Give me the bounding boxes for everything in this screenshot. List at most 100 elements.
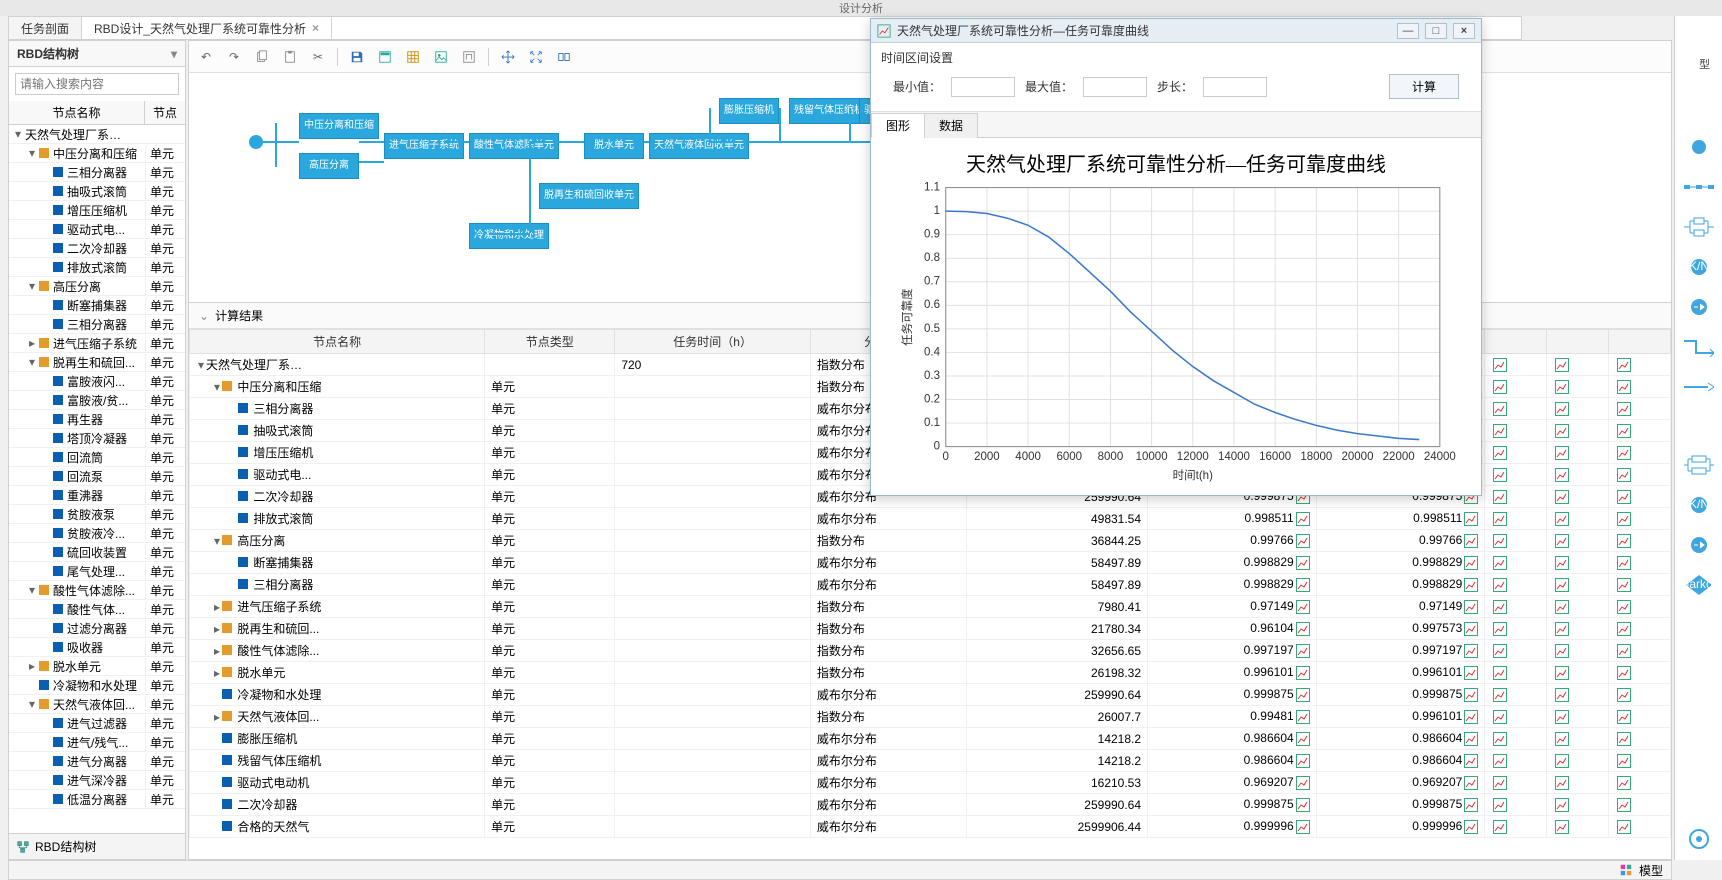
step-input[interactable] bbox=[1203, 77, 1267, 97]
tree-row[interactable]: 断塞捕集器单元 bbox=[9, 296, 185, 315]
chart-icon[interactable] bbox=[1493, 402, 1507, 416]
chart-icon[interactable] bbox=[1555, 820, 1569, 834]
chart-icon[interactable] bbox=[1493, 622, 1507, 636]
chart-icon[interactable] bbox=[1555, 512, 1569, 526]
chart-icon[interactable] bbox=[1493, 534, 1507, 548]
tree-row[interactable]: 回流筒单元 bbox=[9, 448, 185, 467]
tree-row[interactable]: 富胺液/贫...单元 bbox=[9, 391, 185, 410]
expander-icon[interactable]: ▾ bbox=[27, 583, 37, 597]
chart-icon[interactable] bbox=[1296, 688, 1310, 702]
chart-icon[interactable] bbox=[1493, 578, 1507, 592]
table-row[interactable]: ▸ 天然气液体回...单元指数分布26007.70.994810.996101 bbox=[190, 706, 1671, 728]
chart-icon[interactable] bbox=[1464, 556, 1478, 570]
chart-icon[interactable] bbox=[1464, 578, 1478, 592]
search-input[interactable] bbox=[15, 73, 179, 95]
chart-icon[interactable] bbox=[1555, 798, 1569, 812]
expander-icon[interactable]: ▾ bbox=[27, 697, 37, 711]
palette-kn-icon[interactable]: K/N bbox=[1683, 256, 1715, 278]
expander-icon[interactable]: ▾ bbox=[196, 358, 206, 372]
tree-row[interactable]: ▸脱水单元单元 bbox=[9, 657, 185, 676]
chart-icon[interactable] bbox=[1617, 600, 1631, 614]
move-icon[interactable] bbox=[497, 46, 519, 68]
tree-row[interactable]: 抽吸式滚筒单元 bbox=[9, 182, 185, 201]
expander-icon[interactable]: ▾ bbox=[212, 380, 222, 394]
palette-series-icon[interactable] bbox=[1683, 176, 1715, 198]
chart-icon[interactable] bbox=[1617, 710, 1631, 724]
tab-chart[interactable]: 图形 bbox=[871, 113, 925, 138]
chart-icon[interactable] bbox=[1493, 754, 1507, 768]
chart-icon[interactable] bbox=[1617, 732, 1631, 746]
chart-icon[interactable] bbox=[1617, 556, 1631, 570]
palette-path-icon[interactable] bbox=[1683, 336, 1715, 358]
chart-icon[interactable] bbox=[1493, 512, 1507, 526]
chart-icon[interactable] bbox=[1617, 534, 1631, 548]
chart-icon[interactable] bbox=[1555, 600, 1569, 614]
chart-icon[interactable] bbox=[1296, 666, 1310, 680]
expander-icon[interactable]: ▾ bbox=[212, 534, 222, 548]
tree-row[interactable]: 进气分离器单元 bbox=[9, 752, 185, 771]
chart-icon[interactable] bbox=[1464, 754, 1478, 768]
chart-icon[interactable] bbox=[1464, 622, 1478, 636]
expander-icon[interactable]: ▾ bbox=[27, 279, 37, 293]
palette-markov-icon[interactable]: Markov bbox=[1683, 574, 1715, 596]
rbd-block[interactable]: 膨胀压缩机 bbox=[719, 98, 779, 124]
table-row[interactable]: 合格的天然气单元威布尔分布2599906.440.9999960.999996 bbox=[190, 816, 1671, 838]
chart-icon[interactable] bbox=[1617, 578, 1631, 592]
chart-icon[interactable] bbox=[1464, 534, 1478, 548]
table-row[interactable]: 二次冷却器单元威布尔分布259990.640.9998750.999875 bbox=[190, 794, 1671, 816]
tree-row[interactable]: 冷凝物和水处理单元 bbox=[9, 676, 185, 695]
palette-switch-icon[interactable] bbox=[1683, 296, 1715, 318]
chart-icon[interactable] bbox=[1493, 600, 1507, 614]
chart-icon[interactable] bbox=[1493, 424, 1507, 438]
tree-row[interactable]: ▾高压分离单元 bbox=[9, 277, 185, 296]
palette-kn2-icon[interactable]: K/N bbox=[1683, 494, 1715, 516]
calc-icon[interactable] bbox=[374, 46, 396, 68]
tree-row[interactable]: 富胺液闪...单元 bbox=[9, 372, 185, 391]
chart-icon[interactable] bbox=[1555, 622, 1569, 636]
chart-icon[interactable] bbox=[1617, 490, 1631, 504]
chart-icon[interactable] bbox=[1493, 798, 1507, 812]
chart-icon[interactable] bbox=[1464, 688, 1478, 702]
chart-icon[interactable] bbox=[1464, 666, 1478, 680]
paste-icon[interactable] bbox=[279, 46, 301, 68]
rbd-block[interactable]: 残留气体压缩机 bbox=[789, 98, 869, 124]
tree-row[interactable]: 塔顶冷凝器单元 bbox=[9, 429, 185, 448]
expander-icon[interactable]: ▸ bbox=[212, 644, 222, 658]
chart-icon[interactable] bbox=[1493, 644, 1507, 658]
chart-icon[interactable] bbox=[1617, 622, 1631, 636]
rbd-start-node[interactable] bbox=[249, 135, 263, 149]
table-row[interactable]: ▸ 酸性气体滤除...单元指数分布32656.650.9971970.99719… bbox=[190, 640, 1671, 662]
chevron-down-icon[interactable]: ▾ bbox=[171, 47, 177, 61]
tree-row[interactable]: 进气/残气...单元 bbox=[9, 733, 185, 752]
chart-icon[interactable] bbox=[1617, 358, 1631, 372]
tree-row[interactable]: ▾中压分离和压缩单元 bbox=[9, 144, 185, 163]
tree-row[interactable]: ▾脱再生和硫回...单元 bbox=[9, 353, 185, 372]
chart-icon[interactable] bbox=[1296, 556, 1310, 570]
tree-row[interactable]: 回流泵单元 bbox=[9, 467, 185, 486]
min-input[interactable] bbox=[951, 77, 1015, 97]
table-row[interactable]: 三相分离器单元威布尔分布58497.890.9988290.998829 bbox=[190, 574, 1671, 596]
chart-icon[interactable] bbox=[1555, 358, 1569, 372]
table-row[interactable]: ▾ 高压分离单元指数分布36844.250.997660.99766 bbox=[190, 530, 1671, 552]
calculate-button[interactable]: 计算 bbox=[1389, 74, 1459, 99]
maximize-button[interactable]: □ bbox=[1425, 23, 1447, 39]
chart-icon[interactable] bbox=[1555, 710, 1569, 724]
expander-icon[interactable]: ▾ bbox=[13, 127, 23, 141]
chart-icon[interactable] bbox=[1464, 512, 1478, 526]
chart-icon[interactable] bbox=[1493, 732, 1507, 746]
tree-row[interactable]: ▾天然气处理厂系… bbox=[9, 125, 185, 144]
chart-icon[interactable] bbox=[1464, 776, 1478, 790]
minimize-button[interactable]: — bbox=[1397, 23, 1419, 39]
image-icon[interactable] bbox=[430, 46, 452, 68]
chart-icon[interactable] bbox=[1617, 776, 1631, 790]
rbd-block[interactable]: 脱水单元 bbox=[584, 133, 644, 159]
chart-icon[interactable] bbox=[1555, 754, 1569, 768]
expander-icon[interactable]: ▸ bbox=[212, 622, 222, 636]
tree-row[interactable]: 三相分离器单元 bbox=[9, 315, 185, 334]
table-row[interactable]: ▸ 脱水单元单元指数分布26198.320.9961010.996101 bbox=[190, 662, 1671, 684]
table-row[interactable]: ▸ 进气压缩子系统单元指数分布7980.410.971490.97149 bbox=[190, 596, 1671, 618]
tree-row[interactable]: 吸收器单元 bbox=[9, 638, 185, 657]
chart-icon[interactable] bbox=[1493, 556, 1507, 570]
palette-settings-icon[interactable] bbox=[1683, 828, 1715, 850]
tree-row[interactable]: 硫回收装置单元 bbox=[9, 543, 185, 562]
